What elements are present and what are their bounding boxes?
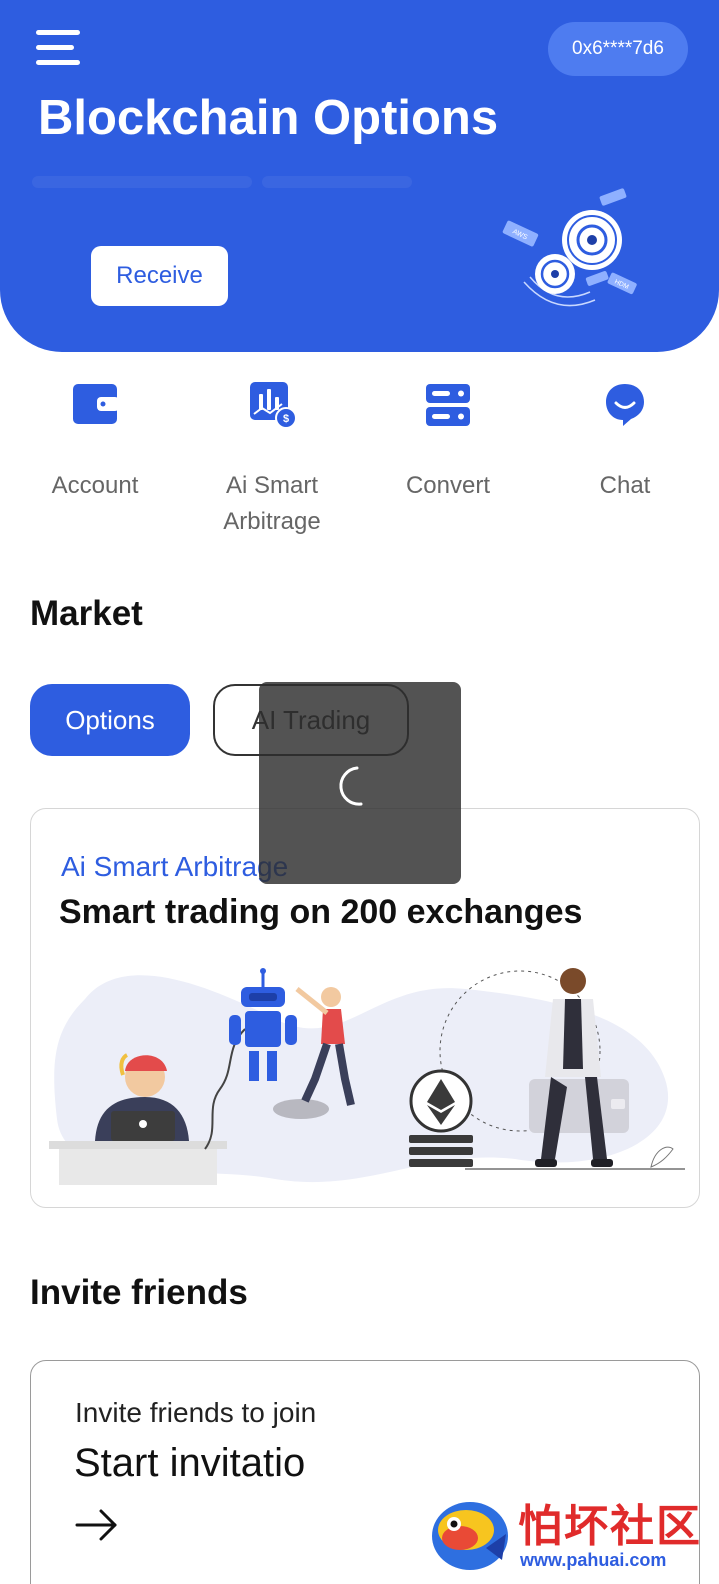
- menu-icon[interactable]: [36, 30, 82, 68]
- card-title: Smart trading on 200 exchanges: [59, 893, 583, 931]
- hero-header: 0x6****7d6 Blockchain Options Receive AW…: [0, 0, 719, 352]
- page-title: Blockchain Options: [38, 91, 499, 145]
- spinner-icon: [339, 766, 363, 806]
- invite-subtitle: Invite friends to join: [75, 1397, 317, 1428]
- shortcut-label: Chat: [599, 472, 651, 499]
- fish-logo-icon: [432, 1502, 508, 1570]
- invite-section-title: Invite friends: [30, 1273, 248, 1312]
- watermark-url: www.pahuai.com: [520, 1550, 667, 1570]
- loading-overlay: [259, 682, 461, 884]
- invite-card-title: Start invitatio: [74, 1441, 306, 1485]
- wallet-icon: [73, 384, 119, 424]
- receive-button[interactable]: Receive: [91, 246, 228, 306]
- shortcut-grid: Account $ Ai Smart Arbitrage Convert Cha…: [0, 372, 719, 542]
- chart-dollar-icon: $: [250, 382, 296, 428]
- card-kicker: Ai Smart Arbitrage: [61, 851, 289, 882]
- arrow-right-icon[interactable]: [75, 1507, 119, 1543]
- server-icon: [426, 384, 470, 426]
- hero-subtitle-placeholder: [32, 168, 412, 208]
- shortcut-label: Ai Smart Arbitrage: [223, 472, 321, 535]
- tab-options[interactable]: Options: [30, 684, 190, 756]
- wallet-address-button[interactable]: 0x6****7d6: [548, 22, 688, 76]
- trading-illustration: [49, 968, 685, 1185]
- shortcut-label: Convert: [405, 472, 491, 499]
- chat-bubble-icon: [606, 384, 644, 426]
- market-section-title: Market: [30, 594, 143, 633]
- blockchain-illustration: AWS HDM: [502, 188, 637, 307]
- watermark: 怕坏社区 www.pahuai.com: [430, 1490, 719, 1584]
- watermark-text: 怕坏社区: [518, 1501, 702, 1552]
- svg-text:$: $: [283, 413, 289, 425]
- shortcut-label: Account: [51, 472, 139, 499]
